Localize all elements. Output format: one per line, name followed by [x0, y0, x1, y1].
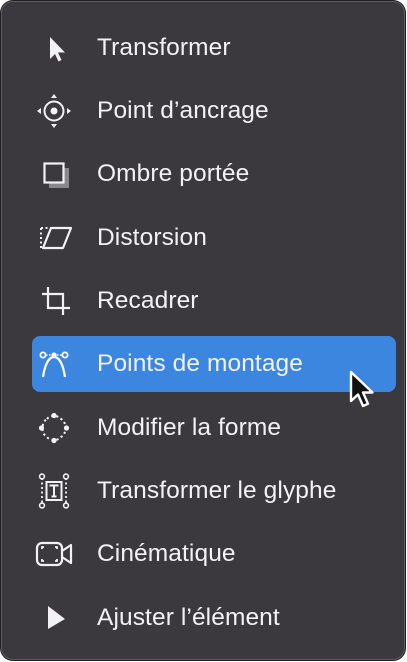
menu-item-kinematic[interactable]: Cinématique — [32, 526, 396, 582]
menu-item-label: Ajuster l’élément — [97, 604, 280, 631]
transform-glyph-icon — [34, 471, 74, 511]
menu-item-label: Points de montage — [97, 350, 304, 377]
menu-item-label: Recadrer — [97, 287, 199, 314]
menu-item-label: Distorsion — [97, 224, 207, 251]
menu-item-transform-glyph[interactable]: Transformer le glyphe — [32, 463, 396, 519]
edit-points-icon — [34, 344, 74, 384]
menu-item-distort[interactable]: Distorsion — [32, 210, 396, 266]
menu-item-label: Modifier la forme — [97, 414, 282, 441]
menu-item-edit-points[interactable]: Points de montage — [32, 336, 396, 392]
anchor-point-icon — [34, 91, 74, 131]
distort-icon — [34, 218, 74, 258]
menu-item-label: Point d’ancrage — [97, 97, 269, 124]
menu-item-label: Ombre portée — [97, 160, 250, 187]
menu-item-crop[interactable]: Recadrer — [32, 273, 396, 329]
tool-popup-menu: Transformer Point d’ancrage Ombre portée — [1, 1, 405, 660]
edit-shape-icon — [34, 408, 74, 448]
menu-item-edit-shape[interactable]: Modifier la forme — [32, 400, 396, 456]
menu-item-drop-shadow[interactable]: Ombre portée — [32, 146, 396, 202]
menu-item-adjust-item[interactable]: Ajuster l’élément — [32, 590, 396, 646]
menu-item-anchor-point[interactable]: Point d’ancrage — [32, 83, 396, 139]
menu-item-transformer[interactable]: Transformer — [32, 20, 396, 76]
mouse-cursor-icon — [349, 370, 374, 408]
pointer-arrow-icon — [34, 28, 74, 68]
crop-icon — [34, 281, 74, 321]
menu-item-label: Cinématique — [97, 540, 236, 567]
kinematic-icon — [34, 534, 74, 574]
menu-item-label: Transformer le glyphe — [97, 477, 337, 504]
drop-shadow-icon — [34, 154, 74, 194]
menu-item-label: Transformer — [97, 34, 231, 61]
adjust-item-icon — [34, 598, 74, 638]
